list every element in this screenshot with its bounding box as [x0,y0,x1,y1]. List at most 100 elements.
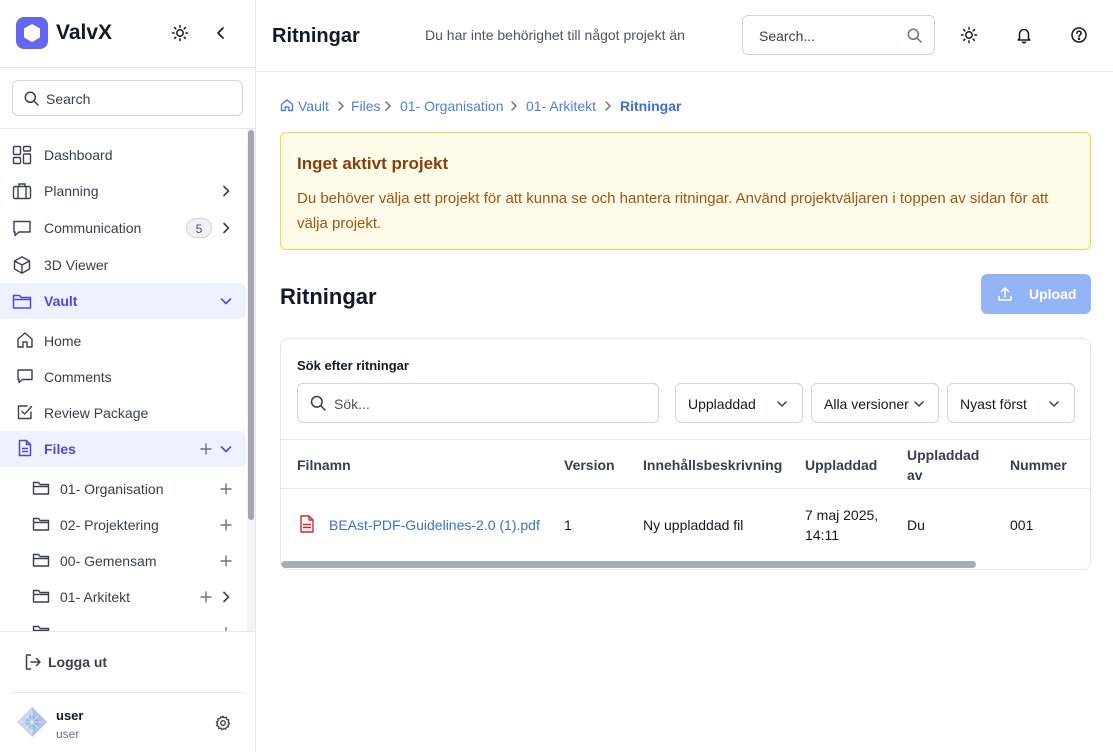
file-number: 001 [1010,517,1034,533]
file-icon [16,439,34,457]
file-uploaded-by: Du [907,517,925,533]
folder-icon [32,623,50,631]
logout-icon [24,653,42,671]
sort-select[interactable]: Nyast först [947,383,1075,423]
theme-toggle-icon[interactable] [171,24,189,42]
folder-icon [12,291,32,311]
chevron-down-icon [913,398,925,410]
sidebar-item-comments[interactable]: Comments [0,359,246,395]
folder-icon [32,551,50,569]
search-section-label: Sök efter ritningar [297,358,409,373]
help-icon[interactable] [1070,26,1088,44]
sidebar-item-dashboard[interactable]: Dashboard [0,137,246,173]
logout-button[interactable]: Logga ut [24,653,107,671]
user-role: user [56,727,80,741]
checkbox-icon [16,403,34,421]
sidebar-item-label: Comments [44,369,112,385]
sidebar-search-placeholder: Search [46,91,91,107]
home-icon [16,331,34,349]
file-uploaded-date: 7 maj 2025, 14:11 [805,507,879,543]
sidebar-folder-02-projektering[interactable]: 02- Projektering [0,507,246,543]
select-value: Uppladdad [688,396,756,412]
folder-icon [32,515,50,533]
global-search-input[interactable]: Search... [742,15,935,55]
drawings-search-input[interactable]: Sök... [297,383,659,423]
file-description: Ny uppladdad fil [643,517,744,533]
file-version: 1 [564,517,572,533]
logout-label: Logga ut [48,654,108,670]
search-icon [24,91,39,106]
unread-count-badge: 5 [186,218,212,238]
breadcrumb-vault[interactable]: Vault [298,98,329,114]
upload-button[interactable]: Upload [981,274,1091,314]
sidebar-folder-partial[interactable] [0,615,246,631]
add-folder-icon[interactable] [219,482,233,496]
sidebar-item-planning[interactable]: Planning [0,173,246,209]
settings-gear-icon[interactable] [215,715,231,731]
table-horizontal-scrollbar[interactable] [281,561,976,568]
briefcase-icon [12,181,32,201]
column-header[interactable]: Innehållsbeskrivning [643,455,782,475]
version-filter-select[interactable]: Alla versioner [811,383,939,423]
breadcrumb-current: Ritningar [620,98,682,114]
sidebar-nav: Dashboard Planning Communication 5 3D Vi… [0,129,246,631]
sidebar-folder-00-gemensam[interactable]: 00- Gemensam [0,543,246,579]
divider [12,692,243,693]
sidebar-item-vault[interactable]: Vault [0,283,246,319]
avatar[interactable] [16,706,48,738]
sidebar-folder-01-organisation[interactable]: 01- Organisation [0,471,246,507]
sidebar-item-files[interactable]: Files [0,431,246,467]
sidebar-item-home[interactable]: Home [0,323,246,359]
column-header[interactable]: Uppladdad [805,455,877,475]
page-title: Ritningar [272,25,360,47]
breadcrumb-organisation[interactable]: 01- Organisation [400,98,504,114]
sidebar-item-review-package[interactable]: Review Package [0,395,246,431]
sidebar-folder-label: 02- Projektering [60,517,159,533]
brand-header: ValvX [0,0,255,68]
add-folder-icon[interactable] [199,590,213,604]
folder-icon [32,587,50,605]
home-icon[interactable] [280,98,294,112]
sidebar-item-label: Planning [44,183,99,199]
column-header[interactable]: Uppladdad av [907,445,987,485]
theme-toggle-icon[interactable] [960,26,978,44]
sidebar-item-3d-viewer[interactable]: 3D Viewer [0,247,246,283]
table-header: Filnamn Version Innehållsbeskrivning Upp… [281,439,1090,489]
table-row[interactable]: BEAst-PDF-Guidelines-2.0 (1).pdf 1 Ny up… [281,489,1090,559]
collapse-sidebar-icon[interactable] [213,24,229,42]
chevron-down-icon [776,398,788,410]
chevron-right-icon [335,100,347,112]
comment-icon [16,367,34,385]
alert-message: Du behöver välja ett projekt för att kun… [297,190,1049,232]
breadcrumb-files[interactable]: Files [351,98,381,114]
drawings-search-placeholder: Sök... [334,396,370,412]
add-folder-icon[interactable] [199,442,213,456]
add-folder-icon[interactable] [219,554,233,568]
file-name-link[interactable]: BEAst-PDF-Guidelines-2.0 (1).pdf [329,515,540,535]
sidebar-folder-label: 01- Organisation [60,481,164,497]
add-folder-icon[interactable] [219,518,233,532]
column-header[interactable]: Version [564,455,615,475]
sidebar-item-label: Review Package [44,405,149,421]
sidebar-item-communication[interactable]: Communication 5 [0,210,246,246]
project-access-notice: Du har inte behörighet till något projek… [425,27,685,43]
uploaded-filter-select[interactable]: Uppladdad [675,383,803,423]
cube-icon [12,255,32,275]
notifications-bell-icon[interactable] [1015,26,1033,44]
chevron-right-icon [219,590,233,604]
breadcrumb-arkitekt[interactable]: 01- Arkitekt [526,98,596,114]
divider [0,631,255,632]
chevron-right-icon [219,221,233,235]
sidebar-item-label: Dashboard [44,147,113,163]
sidebar-folder-01-arkitekt[interactable]: 01- Arkitekt [0,579,246,615]
app-logo [16,17,48,49]
upload-label: Upload [1029,286,1077,302]
column-header[interactable]: Filnamn [297,455,351,475]
section-title: Ritningar [280,284,377,309]
user-name: user [56,708,84,723]
sidebar-scrollbar-thumb[interactable] [248,130,254,520]
sidebar-search-input[interactable]: Search [12,80,243,116]
chevron-down-icon [219,442,233,456]
column-header[interactable]: Nummer [1010,455,1067,475]
sidebar: ValvX Search Dashboard Planning Communic… [0,0,256,752]
